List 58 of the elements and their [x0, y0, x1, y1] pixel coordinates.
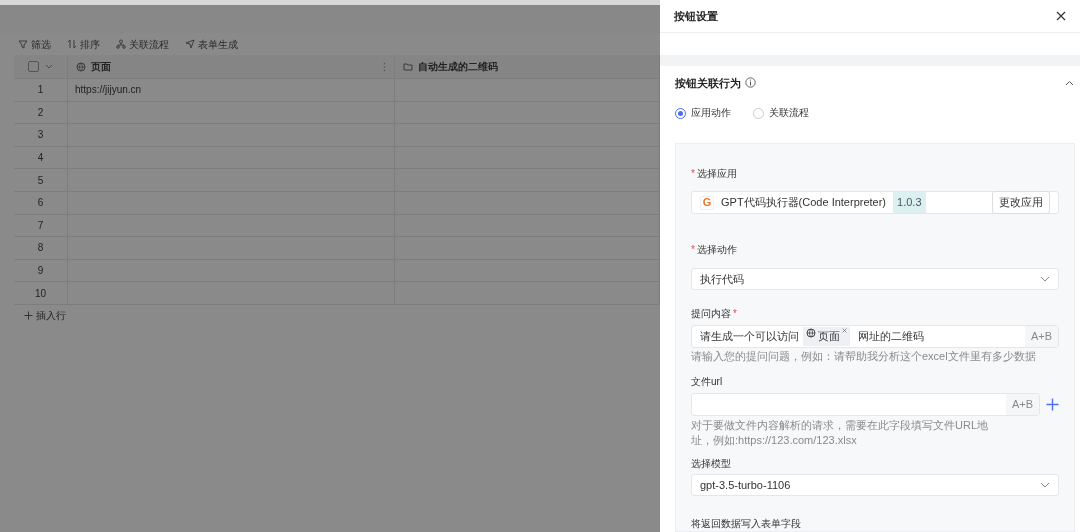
- filter-icon: [18, 39, 28, 49]
- radio-option[interactable]: 应用动作: [675, 105, 731, 121]
- field-label: 将返回数据写入表单字段: [691, 517, 801, 531]
- toolbar-button[interactable]: 表单生成: [185, 36, 238, 52]
- chevron-up-icon: [1065, 79, 1074, 86]
- help-text: 请输入您的提问问题，例如：请帮助我分析这个excel文件里有多少数据: [691, 349, 1037, 364]
- folder-icon: [403, 61, 413, 72]
- globe-icon: [76, 61, 86, 72]
- section-title: 按钮关联行为: [675, 75, 741, 91]
- sort-icon: [67, 39, 77, 49]
- field-label: 选择模型: [691, 457, 731, 471]
- field-label: 提问内容: [691, 307, 731, 321]
- model-select[interactable]: gpt-3.5-turbo-1106: [691, 474, 1059, 496]
- row-number: 2: [37, 105, 44, 120]
- required-mark: *: [691, 243, 695, 257]
- field-label: 文件url: [691, 375, 723, 389]
- close-button[interactable]: [1056, 10, 1066, 21]
- required-mark: *: [733, 307, 737, 321]
- version-tag: 1.0.3: [893, 192, 926, 213]
- app-logo: G: [700, 195, 714, 210]
- column-header[interactable]: 自动生成的二维码: [418, 59, 498, 74]
- send-icon: [185, 39, 195, 49]
- radio-option[interactable]: 关联流程: [753, 105, 809, 121]
- field-label: 选择应用: [696, 167, 737, 181]
- row-number: 9: [37, 264, 44, 279]
- add-button[interactable]: [1046, 398, 1059, 411]
- required-mark: *: [691, 167, 695, 181]
- chevron-down-icon: [1040, 482, 1050, 488]
- row-number: 3: [37, 128, 44, 143]
- chevron-down-icon: [1040, 276, 1050, 282]
- insert-row-button[interactable]: 插入行: [24, 308, 66, 324]
- toolbar-button[interactable]: 排序: [67, 36, 100, 52]
- row-number: 1: [37, 83, 44, 98]
- collapse-button[interactable]: [1065, 79, 1074, 86]
- drawer-title: 按钮设置: [674, 8, 718, 24]
- field-label: 选择动作: [696, 243, 737, 257]
- chevron-down-icon: [45, 63, 53, 70]
- flow-icon: [116, 39, 126, 49]
- column-header[interactable]: 页面: [91, 59, 111, 74]
- row-number: 7: [37, 218, 44, 233]
- row-number: 4: [37, 151, 44, 166]
- plus-icon: [1046, 398, 1059, 411]
- change-app-button[interactable]: 更改应用: [992, 191, 1050, 214]
- row-number: 10: [34, 286, 47, 301]
- row-number: 5: [37, 173, 44, 188]
- toolbar-button[interactable]: 筛选: [18, 36, 51, 52]
- more-icon: [383, 61, 386, 72]
- app-name: GPT代码执行器(Code Interpreter): [721, 195, 887, 211]
- toolbar-button[interactable]: 关联流程: [116, 36, 169, 52]
- checkbox[interactable]: [28, 61, 39, 72]
- close-icon: [1056, 10, 1066, 21]
- help-text: 对于要做文件内容解析的请求，需要在此字段填写文件URL地址，例如:https://123.com/123.xlsx: [691, 418, 989, 448]
- row-number: 8: [37, 241, 44, 256]
- info-icon: [745, 77, 756, 89]
- row-number: 6: [37, 196, 44, 211]
- plus-icon: [24, 311, 33, 321]
- action-select[interactable]: 执行代码: [691, 268, 1059, 290]
- table-cell: https://jijyun.cn: [68, 79, 395, 102]
